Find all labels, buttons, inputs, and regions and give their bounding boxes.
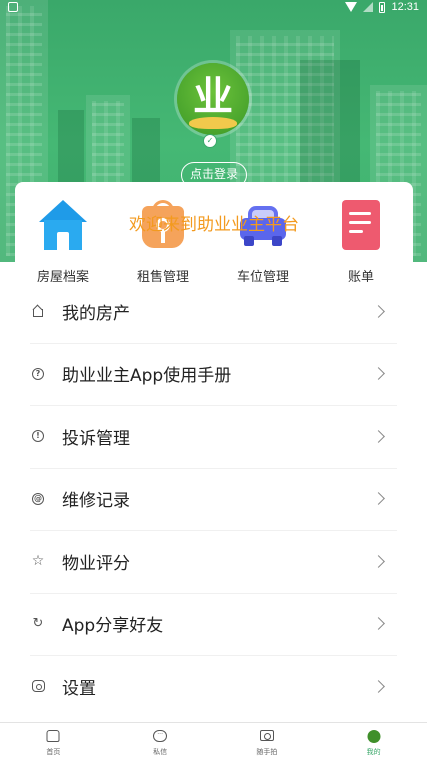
menu-item-label: 物业评分 bbox=[62, 553, 130, 574]
menu-item-label: 助业业主App使用手册 bbox=[62, 366, 232, 387]
menu-item-complaints[interactable]: ! 投诉管理 bbox=[0, 405, 427, 468]
camera-tab-icon bbox=[259, 730, 274, 741]
home-outline-icon bbox=[31, 304, 45, 318]
at-circle-icon: @ bbox=[32, 492, 44, 505]
menu-item-label: 设置 bbox=[62, 678, 96, 699]
chevron-right-icon bbox=[372, 429, 385, 443]
wifi-icon bbox=[345, 2, 358, 12]
menu-item-label: 我的房产 bbox=[62, 303, 130, 324]
chevron-right-icon bbox=[372, 554, 385, 568]
sim-card-icon bbox=[8, 2, 18, 12]
status-time: 12:31 bbox=[391, 1, 419, 13]
quick-actions-card: 欢迎来到助业业主平台 房屋档案 租售管理 车位管理 账单 bbox=[15, 182, 413, 282]
chevron-right-icon bbox=[372, 617, 385, 631]
star-icon: ☆ bbox=[31, 553, 45, 570]
settings-menu: 我的房产 ? 助业业主App使用手册 ! 投诉管理 @ 维修记录 ☆ 物业评分 … bbox=[0, 280, 427, 718]
chat-tab-icon: ··· bbox=[153, 730, 168, 742]
chevron-right-icon bbox=[372, 304, 385, 318]
menu-item-property-rating[interactable]: ☆ 物业评分 bbox=[0, 530, 427, 593]
tab-messages[interactable]: ··· 私信 bbox=[107, 723, 214, 760]
edit-avatar-icon[interactable]: ✓ bbox=[203, 134, 217, 148]
menu-item-repair-records[interactable]: @ 维修记录 bbox=[0, 467, 427, 531]
help-circle-icon: ? bbox=[31, 367, 45, 381]
tab-label: 我的 bbox=[366, 748, 381, 756]
battery-icon bbox=[379, 1, 386, 13]
avatar-logo-text: 业 bbox=[193, 73, 233, 120]
logo-swoosh bbox=[189, 117, 237, 129]
home-tab-icon bbox=[46, 730, 60, 742]
menu-item-share-app[interactable]: ↻ App分享好友 bbox=[0, 592, 427, 656]
profile-tab-icon bbox=[367, 730, 381, 743]
chevron-right-icon bbox=[372, 492, 385, 506]
menu-item-label: App分享好友 bbox=[62, 616, 164, 637]
menu-item-label: 投诉管理 bbox=[62, 428, 130, 449]
tab-label: 私信 bbox=[153, 748, 168, 756]
welcome-text: 欢迎来到助业业主平台 bbox=[129, 215, 299, 235]
signal-off-icon bbox=[363, 2, 374, 12]
bottom-tab-bar: 首页 ··· 私信 随手拍 我的 bbox=[0, 722, 427, 760]
tab-label: 随手拍 bbox=[256, 748, 278, 756]
chevron-right-icon bbox=[372, 367, 385, 381]
avatar[interactable]: 业 bbox=[177, 63, 249, 135]
menu-item-label: 维修记录 bbox=[62, 491, 130, 512]
chevron-right-icon bbox=[372, 679, 385, 693]
alert-circle-icon: ! bbox=[31, 429, 45, 443]
tab-label: 首页 bbox=[46, 748, 61, 756]
tab-mine[interactable]: 我的 bbox=[320, 723, 427, 760]
menu-item-user-manual[interactable]: ? 助业业主App使用手册 bbox=[0, 342, 427, 406]
tab-snapshot[interactable]: 随手拍 bbox=[214, 723, 321, 760]
share-icon: ↻ bbox=[32, 616, 44, 632]
settings-icon bbox=[31, 679, 45, 693]
menu-item-settings[interactable]: 设置 bbox=[0, 655, 427, 718]
tab-home[interactable]: 首页 bbox=[0, 723, 107, 760]
status-bar: 12:31 bbox=[0, 0, 427, 16]
menu-item-my-property[interactable]: 我的房产 bbox=[0, 280, 427, 343]
